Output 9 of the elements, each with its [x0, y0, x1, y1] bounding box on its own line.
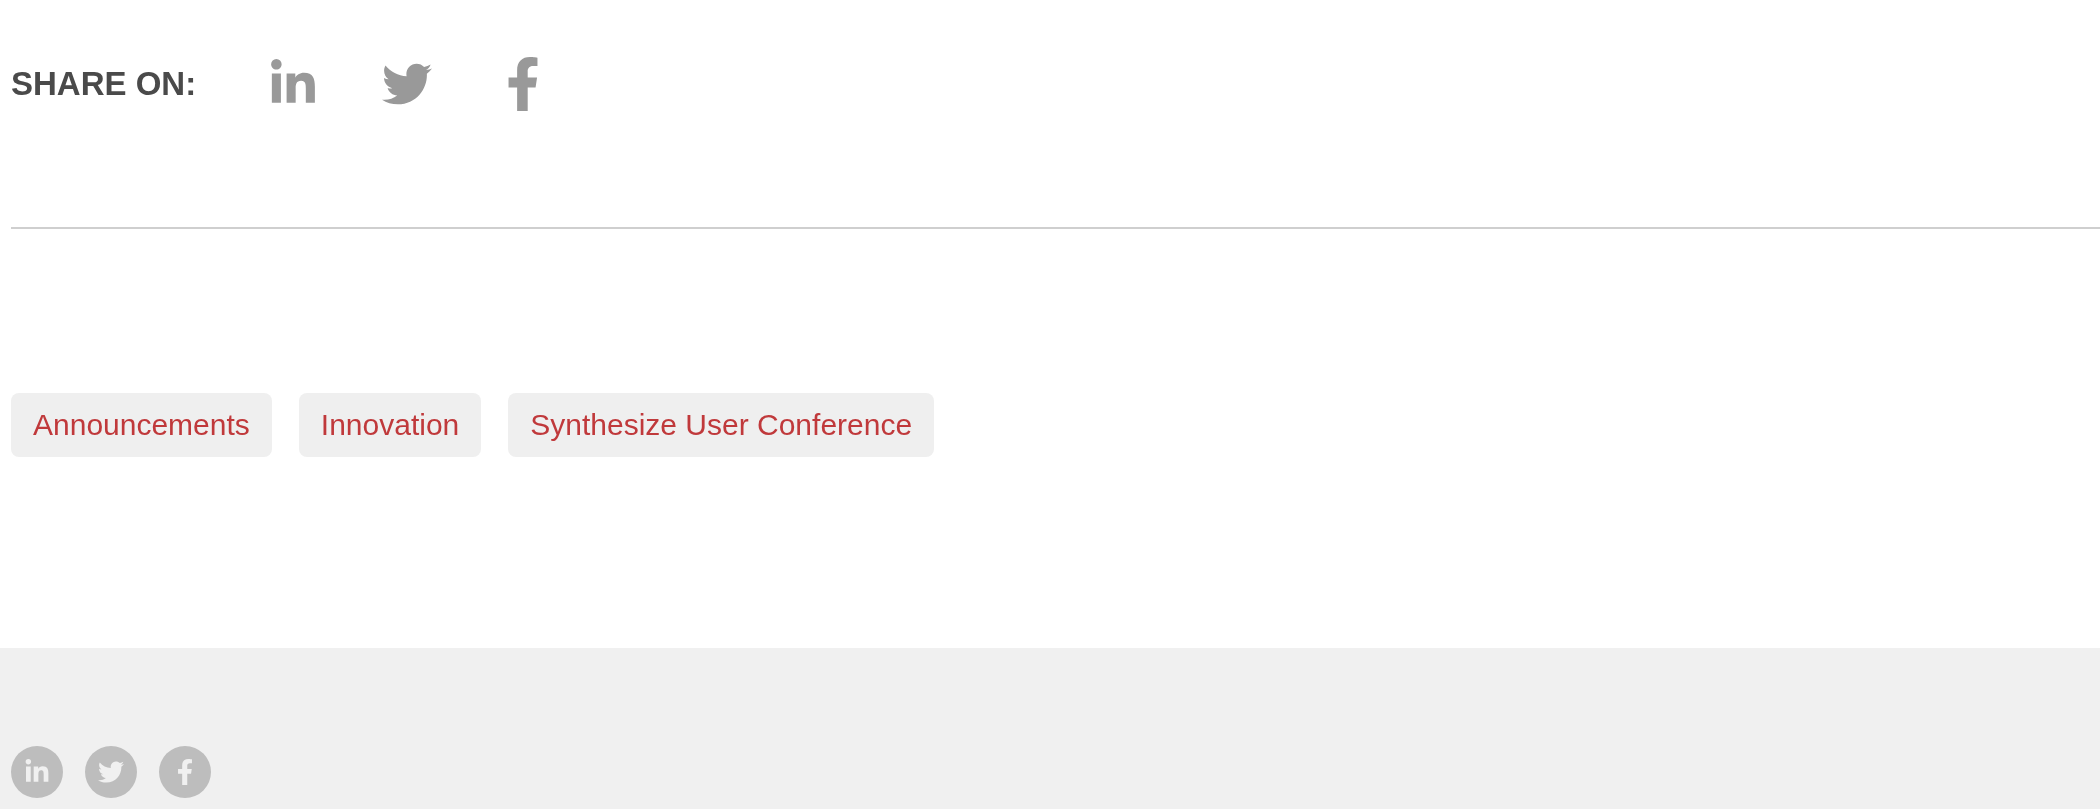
tag-link[interactable]: Synthesize User Conference — [508, 393, 935, 457]
linkedin-icon — [24, 759, 50, 785]
twitter-circle-button[interactable] — [85, 746, 137, 798]
tag-link[interactable]: Innovation — [298, 393, 482, 457]
tag-link[interactable]: Announcements — [11, 393, 272, 457]
linkedin-circle-button[interactable] — [11, 746, 63, 798]
facebook-circle-button[interactable] — [159, 746, 211, 798]
share-label: SHARE ON: — [11, 65, 197, 103]
twitter-icon — [98, 759, 124, 785]
